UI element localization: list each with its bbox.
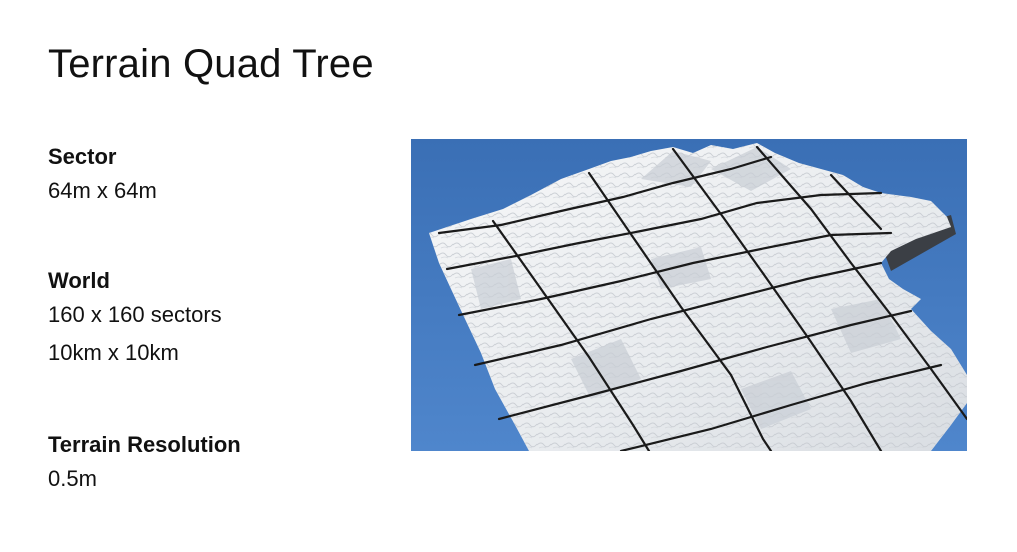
slide-title: Terrain Quad Tree: [48, 42, 374, 86]
section-heading: World: [48, 268, 110, 293]
section-heading: Terrain Resolution: [48, 432, 241, 457]
slide: Terrain Quad Tree Sector 64m x 64m World…: [0, 0, 1017, 552]
section-line: 64m x 64m: [48, 178, 157, 203]
terrain-render-image: [411, 139, 967, 451]
section-terrain-resolution: Terrain Resolution 0.5m: [48, 430, 241, 498]
section-line: 0.5m: [48, 466, 97, 491]
section-heading: Sector: [48, 144, 117, 169]
terrain-render-svg: [411, 139, 967, 451]
section-line: 10km x 10km: [48, 340, 179, 365]
section-world: World 160 x 160 sectors 10km x 10km: [48, 266, 222, 372]
section-sector: Sector 64m x 64m: [48, 142, 157, 210]
section-line: 160 x 160 sectors: [48, 302, 222, 327]
